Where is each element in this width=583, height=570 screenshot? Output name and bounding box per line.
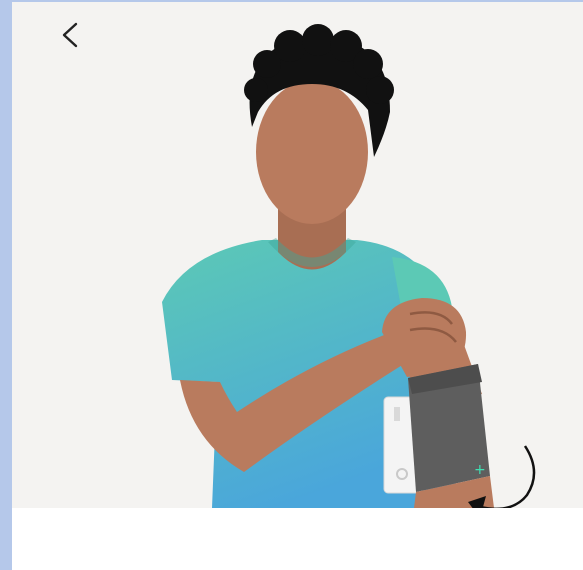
back-button[interactable] — [54, 18, 88, 52]
left-border — [0, 0, 12, 570]
face — [256, 80, 368, 224]
cuff-instruction-illustration: + — [162, 24, 536, 508]
cuff-plus-icon: + — [474, 462, 486, 478]
chevron-left-icon — [62, 22, 78, 48]
content-panel — [12, 508, 583, 570]
illustration-panel: + — [12, 2, 583, 508]
app-screen: + — [0, 0, 583, 570]
